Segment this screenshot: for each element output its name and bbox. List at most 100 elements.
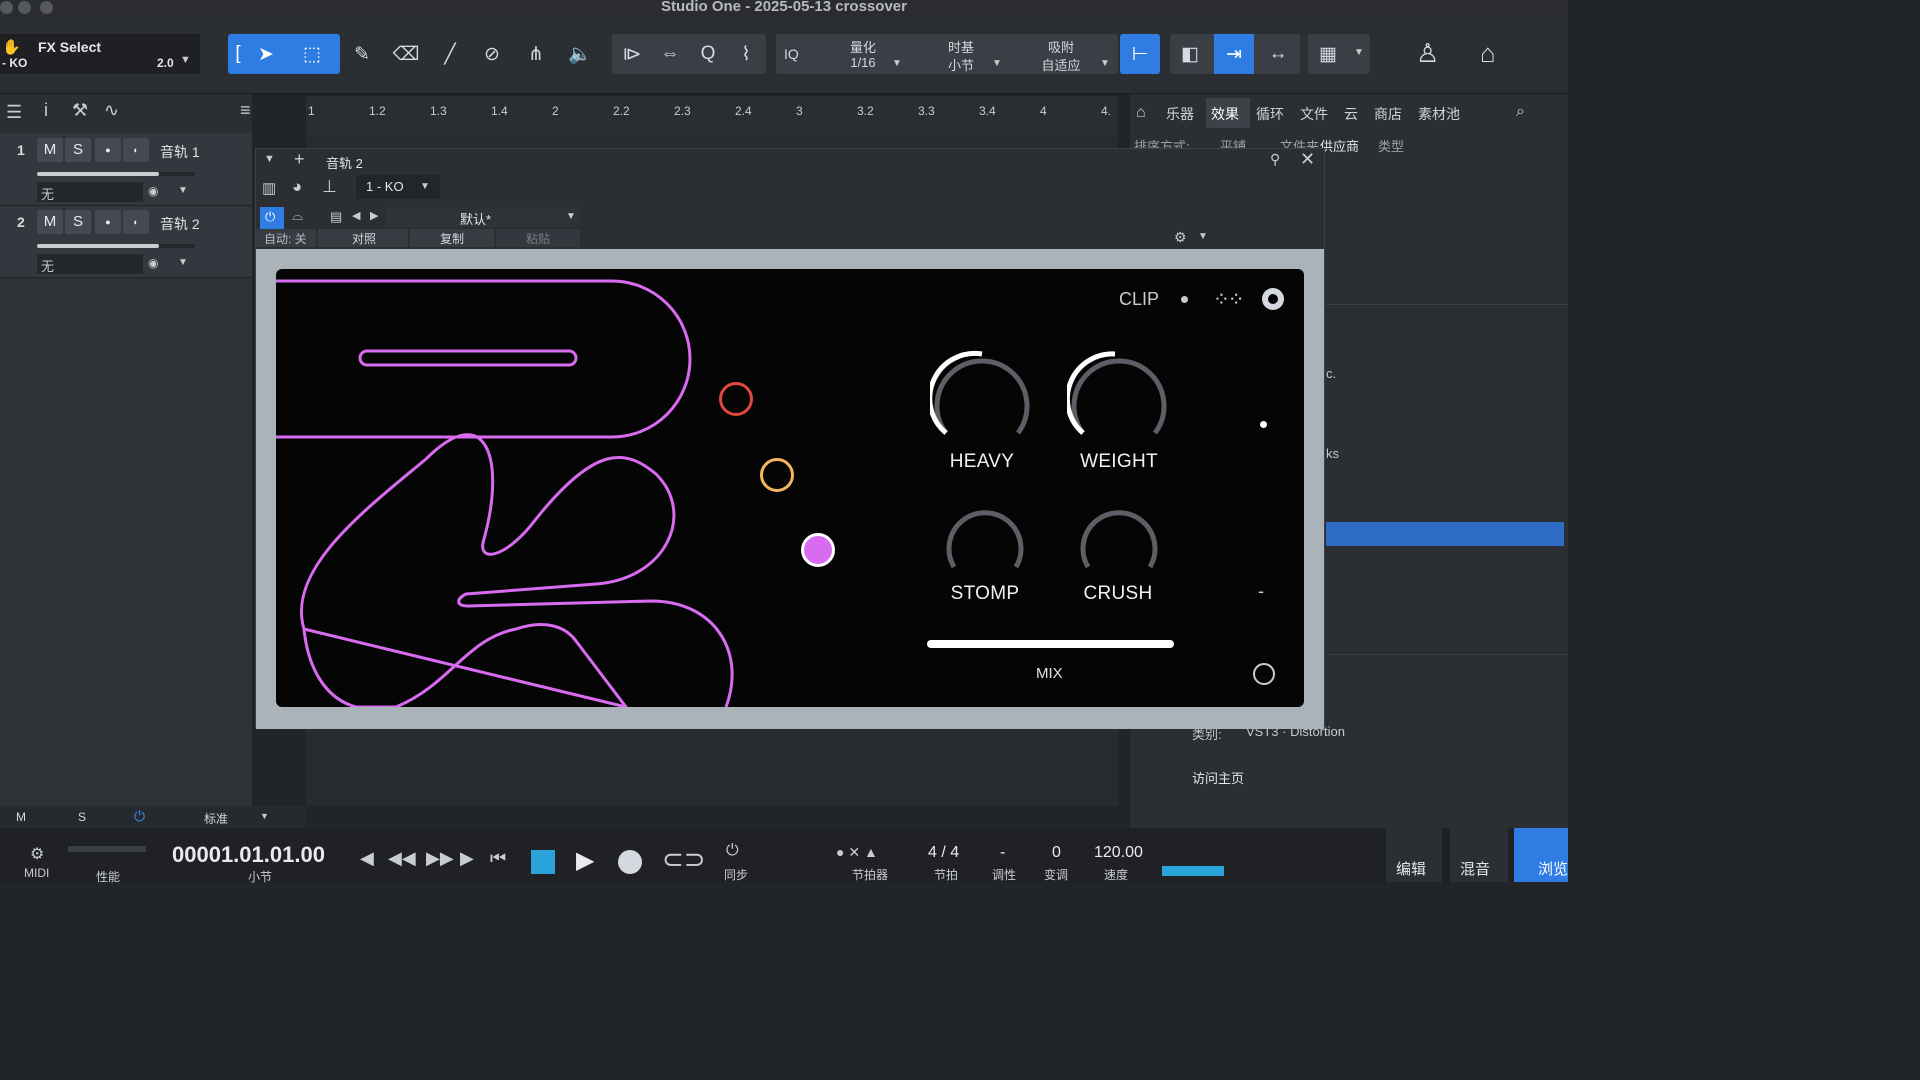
device-selector[interactable]: 1 - KO ▼ — [356, 175, 440, 199]
chevron-down-icon[interactable]: ▼ — [178, 257, 188, 268]
slider-slot[interactable] — [358, 349, 578, 367]
sort-vendor[interactable]: 供应商 — [1320, 136, 1359, 155]
chevron-down-icon[interactable]: ▼ — [1100, 58, 1110, 69]
add-icon[interactable]: + — [294, 149, 305, 170]
sort-type[interactable]: 类型 — [1378, 136, 1404, 155]
search-icon[interactable]: ⌕ — [1516, 103, 1525, 121]
range-tool-icon[interactable]: ⬚ — [284, 34, 340, 74]
track-name[interactable]: 音轨 2 — [160, 214, 200, 234]
chevron-down-icon[interactable]: ▼ — [1198, 231, 1208, 242]
rewind-start-icon[interactable]: ◀ — [360, 848, 374, 869]
stomp-knob[interactable] — [942, 499, 1028, 577]
mute-tool-icon[interactable]: ⊘ — [472, 34, 512, 74]
listen-tool-icon[interactable]: 🔈 — [560, 34, 600, 74]
tab-instruments[interactable]: 乐器 — [1166, 104, 1194, 124]
tab-pool[interactable]: 素材池 — [1418, 104, 1460, 124]
grid-icon[interactable]: ▦ — [1308, 34, 1348, 74]
next-marker-icon[interactable]: ▶ — [460, 848, 474, 869]
red-dot-button[interactable] — [719, 382, 753, 416]
close-icon[interactable]: ✕ — [1300, 149, 1315, 170]
stretch-tool-icon[interactable]: ⇔ — [650, 34, 690, 74]
time-signature[interactable]: 4 / 4 — [928, 844, 959, 862]
yellow-dot-button[interactable] — [760, 458, 794, 492]
play-button[interactable]: ▶ — [576, 846, 594, 875]
user-icon[interactable]: ♙ — [1416, 38, 1439, 69]
volume-fader[interactable] — [37, 172, 159, 176]
arrow-tool-icon[interactable]: ➤ — [248, 34, 284, 74]
split-view-icon[interactable]: ↔ — [1258, 34, 1298, 74]
bottom-circle-button[interactable] — [1253, 663, 1275, 685]
tab-files[interactable]: 文件 — [1300, 104, 1328, 124]
bypass-icon[interactable]: ⌓ — [292, 207, 303, 224]
routing-icon[interactable]: ⊥ — [322, 177, 337, 197]
bend-tool-icon[interactable]: ⧐ — [612, 34, 652, 74]
rewind-icon[interactable]: ◀◀ — [388, 848, 416, 869]
grid-menu-icon[interactable]: ⁘⁘ — [1213, 287, 1244, 312]
chevron-down-icon[interactable]: ▼ — [992, 58, 1002, 69]
wrench-icon[interactable]: ⚒ — [72, 100, 88, 121]
copy-button[interactable]: 复制 — [410, 229, 494, 247]
tempo-value[interactable]: 120.00 — [1094, 844, 1143, 862]
snap-value[interactable]: 自适应 — [1032, 55, 1090, 74]
prev-preset-icon[interactable]: ◀ — [352, 209, 360, 222]
tab-effects[interactable]: 效果 — [1211, 104, 1239, 124]
footer-standard[interactable]: 标准 — [204, 810, 228, 827]
footer-mute[interactable]: M — [16, 810, 26, 824]
input-select[interactable]: 无 — [37, 182, 143, 202]
power-icon[interactable]: ⏻ — [260, 207, 284, 229]
position-display[interactable]: 00001.01.01.00 — [172, 842, 325, 868]
color-icon[interactable]: ◕ — [292, 177, 302, 197]
tab-store[interactable]: 商店 — [1374, 104, 1402, 124]
solo-button[interactable]: S — [65, 138, 91, 162]
snap-toggle-icon[interactable]: ⊢ — [1120, 34, 1160, 74]
loop-icon[interactable]: ⊂⊃ — [662, 844, 706, 875]
mix-tab[interactable]: 混音 — [1450, 828, 1508, 882]
chevron-down-icon[interactable]: ▼ — [178, 185, 188, 196]
list-icon[interactable]: ≡ — [240, 100, 251, 121]
paint-tool-icon[interactable]: ╱ — [430, 34, 470, 74]
record-arm-icon[interactable]: ● — [95, 210, 121, 234]
return-zero-icon[interactable]: ⏮ — [490, 848, 506, 869]
settings-icon[interactable] — [1262, 288, 1284, 310]
pin-icon[interactable]: ⚲ — [1270, 151, 1280, 168]
track-row-1[interactable]: 1 M S ● ◐ 音轨 1 无 ◉ ▼ — [0, 134, 252, 206]
stop-button[interactable] — [531, 850, 555, 874]
menu-icon[interactable]: ☰ — [6, 102, 22, 123]
transpose-value[interactable]: 0 — [1052, 844, 1061, 862]
sync-icon[interactable]: ⏻ — [726, 842, 739, 860]
iq-button[interactable]: IQ — [784, 46, 799, 62]
power-icon[interactable]: ⏻ — [134, 808, 145, 825]
eraser-tool-icon[interactable]: ⌫ — [386, 34, 426, 74]
metronome-icon[interactable]: ● ✕ ▲ — [836, 844, 878, 861]
quantize-tool-icon[interactable]: Q — [688, 34, 728, 74]
quantize-value[interactable]: 1/16 — [838, 55, 888, 70]
track-row-2[interactable]: 2 M S ● ◐ 音轨 2 无 ◉ ▼ — [0, 206, 252, 278]
visit-homepage-link[interactable]: 访问主页 — [1192, 768, 1244, 787]
info-icon[interactable]: i — [44, 100, 48, 121]
footer-solo[interactable]: S — [78, 810, 86, 824]
timebase-value[interactable]: 小节 — [936, 55, 986, 74]
mute-button[interactable]: M — [37, 138, 63, 162]
paste-button[interactable]: 粘贴 — [496, 229, 580, 247]
tab-cloud[interactable]: 云 — [1344, 104, 1358, 124]
monitor-icon[interactable]: ◐ — [123, 138, 149, 162]
fx-select-value[interactable]: 2.0 — [157, 56, 174, 70]
home-icon[interactable]: ⌂ — [1136, 104, 1146, 122]
track-name[interactable]: 音轨 1 — [160, 142, 200, 162]
tab-loops[interactable]: 循环 — [1256, 104, 1284, 124]
preset-selector[interactable]: 默认* ▼ — [386, 207, 580, 227]
mix-slider-fill[interactable] — [927, 640, 1174, 648]
pink-dot-button[interactable] — [801, 533, 835, 567]
toggle-icon[interactable]: ◉ — [148, 184, 158, 198]
minus-label[interactable]: - — [1258, 581, 1264, 602]
mix-slider-track[interactable] — [927, 640, 1174, 648]
pencil-tool-icon[interactable]: ✎ — [342, 34, 382, 74]
toggle-icon[interactable]: ◉ — [148, 256, 158, 270]
autoscroll-icon[interactable]: ⇥ — [1214, 34, 1254, 74]
chevron-down-icon[interactable]: ▼ — [260, 811, 269, 821]
groove-tool-icon[interactable]: ⌇ — [726, 34, 766, 74]
crush-knob[interactable] — [1076, 499, 1162, 577]
monitor-icon[interactable]: ◐ — [123, 210, 149, 234]
record-button[interactable] — [618, 850, 642, 874]
home-icon[interactable]: ⌂ — [1480, 38, 1496, 69]
